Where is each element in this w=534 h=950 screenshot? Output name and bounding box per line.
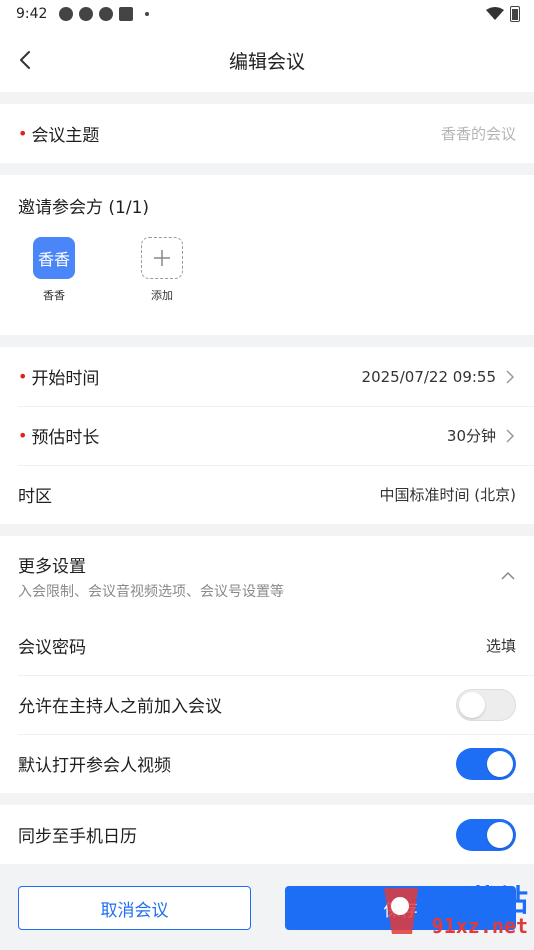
sync-calendar-toggle[interactable]	[456, 818, 516, 851]
app-notification-icon	[79, 7, 94, 21]
topic-row[interactable]: • 会议主题 香香的会议	[0, 104, 534, 163]
more-settings-subtitle: 入会限制、会议音视频选项、会议号设置等	[18, 583, 284, 600]
back-arrow-icon[interactable]	[14, 48, 38, 72]
password-input[interactable]: 选填	[486, 635, 516, 656]
duration-value: 30分钟	[446, 427, 496, 445]
duration-row[interactable]: • 预估时长 30分钟	[0, 406, 534, 465]
navigation-bar: 编辑会议	[0, 28, 534, 92]
chevron-right-icon	[506, 369, 515, 384]
app-notification-icon	[119, 7, 134, 21]
invitee-list: 香香 香香 添加	[0, 233, 534, 335]
plus-icon	[154, 250, 170, 266]
invite-title: 邀请参会方 (1/1)	[18, 198, 150, 218]
join-before-host-toggle[interactable]	[456, 688, 516, 721]
topic-input[interactable]: 香香的会议	[441, 123, 516, 144]
more-notifications-icon	[145, 12, 150, 16]
start-time-label: 开始时间	[31, 369, 100, 389]
required-mark: •	[18, 425, 28, 445]
add-invitee-button[interactable]	[141, 237, 183, 279]
start-time-row[interactable]: • 开始时间 2025/07/22 09:55	[0, 347, 534, 406]
schedule-section: • 开始时间 2025/07/22 09:55 • 预估时长 30分钟 时区 中…	[0, 347, 534, 524]
app-notification-icon	[99, 7, 114, 21]
wifi-icon	[486, 7, 504, 20]
chevron-up-icon[interactable]	[500, 570, 516, 582]
auto-video-label: 默认打开参会人视频	[18, 756, 171, 776]
required-mark: •	[18, 123, 28, 143]
battery-icon	[510, 6, 520, 22]
duration-label: 预估时长	[31, 428, 100, 448]
join-before-host-row: 允许在主持人之前加入会议	[0, 675, 534, 734]
timezone-row: 时区 中国标准时间 (北京)	[0, 465, 534, 524]
page-title: 编辑会议	[228, 50, 305, 73]
required-mark: •	[18, 366, 28, 386]
auto-video-toggle[interactable]	[456, 747, 516, 780]
bottom-action-bar: 取消会议 保存	[0, 866, 534, 950]
invitee-name: 香香	[43, 289, 65, 302]
cancel-meeting-button[interactable]: 取消会议	[18, 886, 251, 930]
auto-video-row: 默认打开参会人视频	[0, 734, 534, 793]
add-invitee-label: 添加	[151, 289, 173, 302]
more-settings-section: 更多设置 入会限制、会议音视频选项、会议号设置等 会议密码 选填 允许在主持人之…	[0, 536, 534, 793]
start-time-value: 2025/07/22 09:55	[361, 367, 496, 386]
timezone-value: 中国标准时间 (北京)	[379, 486, 516, 504]
save-button[interactable]: 保存	[285, 886, 516, 930]
password-row[interactable]: 会议密码 选填	[0, 616, 534, 675]
more-settings-header[interactable]: 更多设置 入会限制、会议音视频选项、会议号设置等	[0, 536, 534, 616]
topic-section: • 会议主题 香香的会议	[0, 104, 534, 163]
app-notification-icon	[59, 7, 74, 21]
status-time: 9:42	[16, 6, 48, 22]
avatar[interactable]: 香香	[33, 237, 75, 279]
sync-calendar-label: 同步至手机日历	[18, 827, 137, 847]
timezone-label: 时区	[18, 487, 52, 507]
invite-section: 邀请参会方 (1/1) 香香 香香 添加	[0, 175, 534, 335]
topic-label: 会议主题	[31, 126, 100, 146]
invitee-item[interactable]: 香香 香香	[32, 237, 76, 335]
status-notification-icons	[59, 7, 150, 21]
password-label: 会议密码	[18, 638, 86, 658]
add-invitee[interactable]: 添加	[140, 237, 184, 335]
status-bar: 9:42	[0, 0, 534, 28]
sync-section: 同步至手机日历	[0, 805, 534, 864]
sync-calendar-row: 同步至手机日历	[0, 805, 534, 864]
more-settings-title: 更多设置	[18, 556, 86, 577]
chevron-right-icon	[506, 428, 515, 443]
status-system-icons	[486, 6, 520, 22]
join-before-host-label: 允许在主持人之前加入会议	[18, 697, 222, 717]
